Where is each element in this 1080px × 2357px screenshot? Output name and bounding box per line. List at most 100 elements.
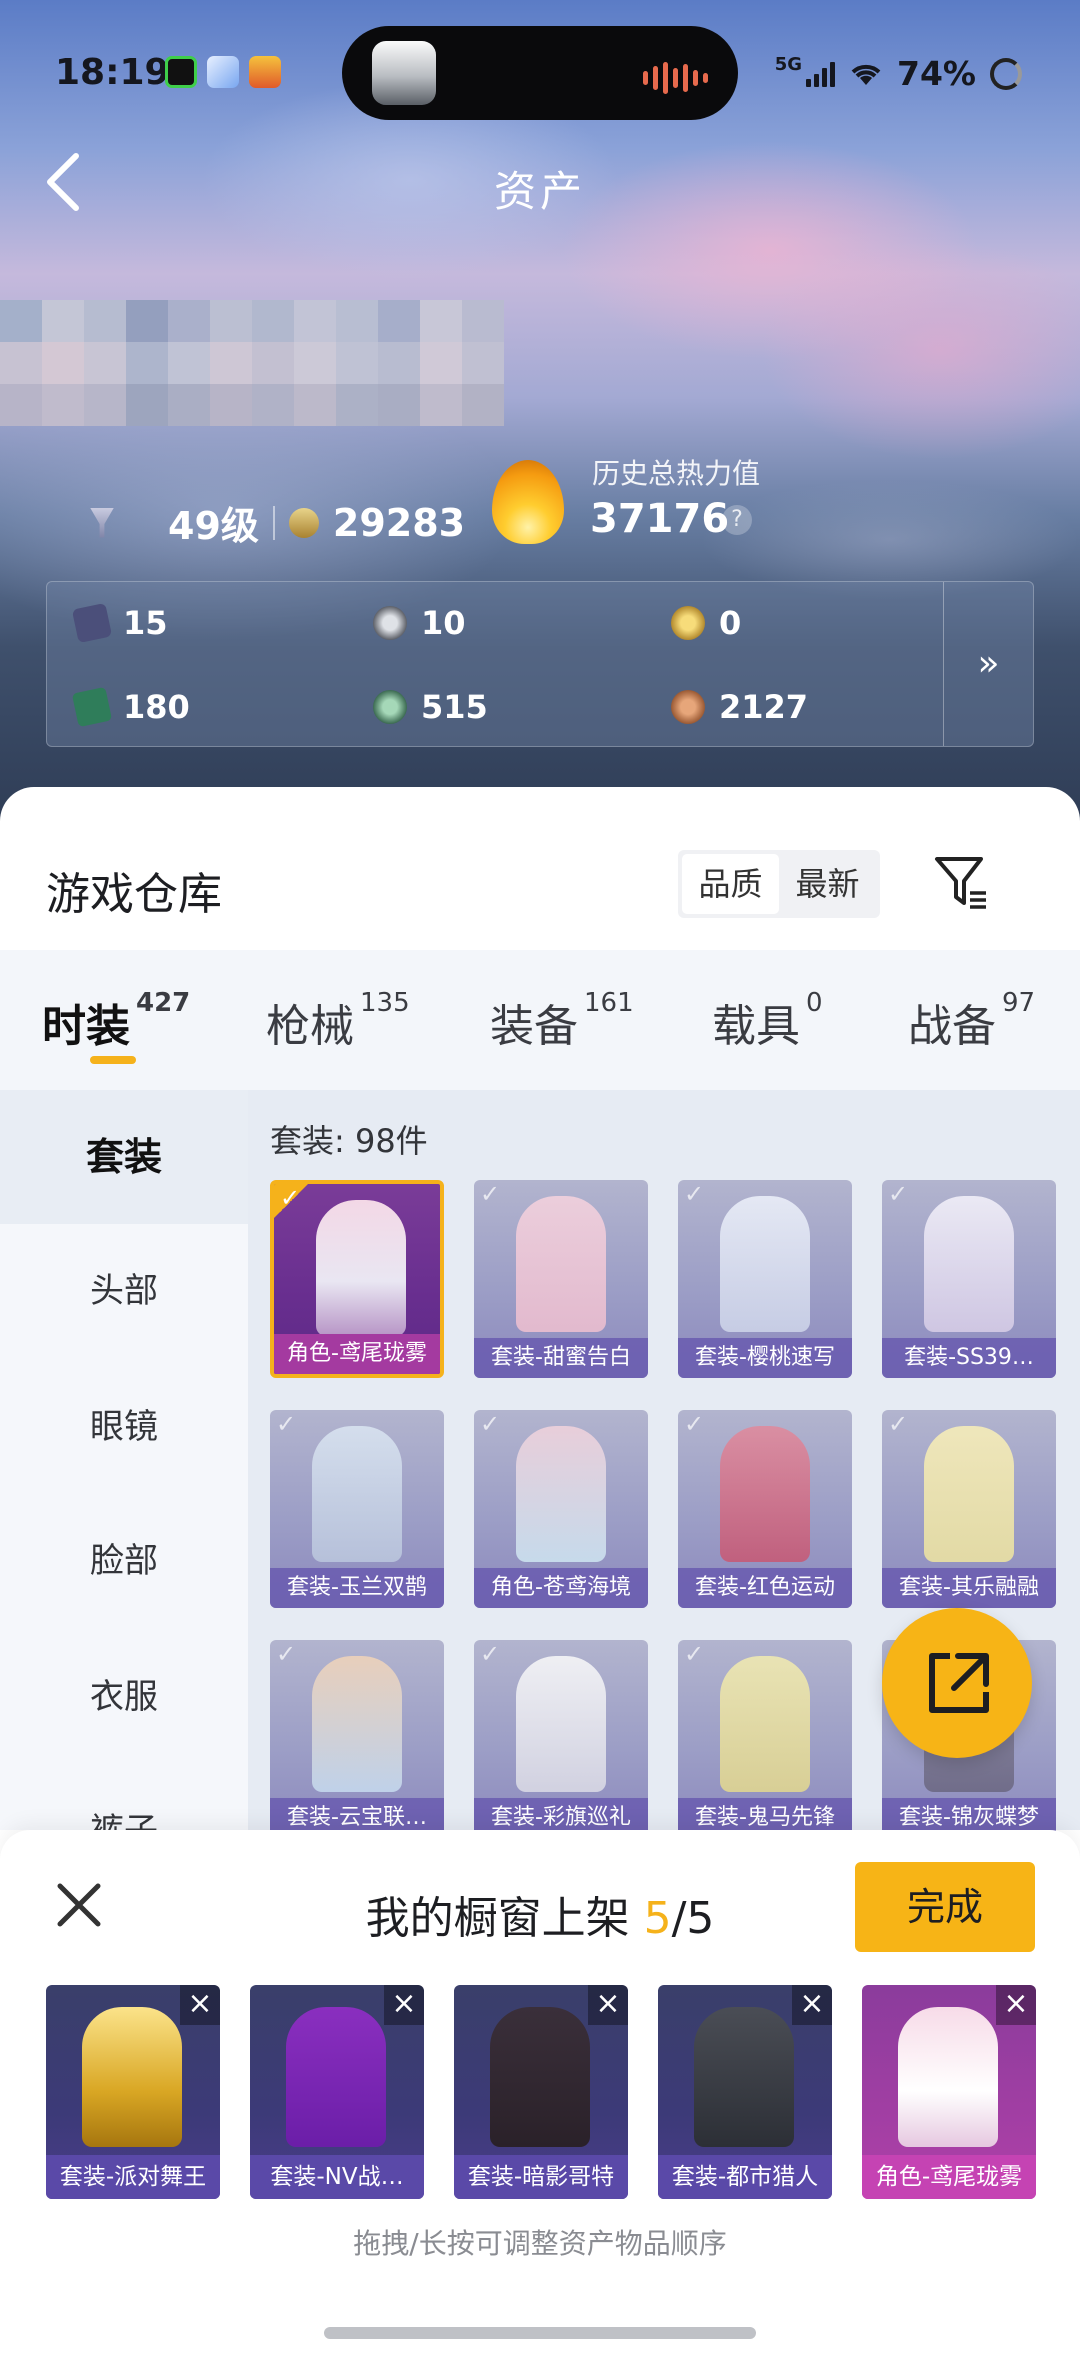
item-label: 套装-SS39… <box>882 1338 1056 1378</box>
avatar-name-blurred <box>0 300 510 430</box>
item-card[interactable]: ✓ 套装-樱桃速写 <box>678 1180 852 1378</box>
item-card[interactable]: ✓ 套装-红色运动 <box>678 1410 852 1608</box>
tab-vehicles[interactable]: 载具 0 <box>712 988 823 1054</box>
remove-icon[interactable]: × <box>384 1985 424 2025</box>
shelf-item[interactable]: × 套装-都市猎人 <box>658 1985 832 2199</box>
remove-icon[interactable]: × <box>588 1985 628 2025</box>
help-icon[interactable]: ? <box>722 505 752 535</box>
status-time: 18:19 <box>55 52 170 93</box>
check-icon: ✓ <box>276 1640 297 1668</box>
double-chevron-right-icon[interactable]: » <box>943 582 1033 746</box>
done-button[interactable]: 完成 <box>855 1862 1035 1952</box>
app-icon <box>165 56 197 88</box>
ticket-green-icon <box>71 686 113 728</box>
item-count: 套装: 98件 <box>270 1122 428 1160</box>
wifi-icon <box>851 64 881 85</box>
remove-icon[interactable]: × <box>792 1985 832 2025</box>
item-card[interactable]: ✓ 角色-鸢尾珑雾 <box>270 1180 444 1378</box>
resource-value: 0 <box>719 604 742 642</box>
audio-wave-icon <box>643 62 708 94</box>
points-value: 29283 <box>332 500 466 545</box>
warehouse-title: 游戏仓库 <box>46 869 222 920</box>
level-row: 49级 29283 <box>90 495 465 550</box>
item-card[interactable]: ✓ 套装-其乐融融 <box>882 1410 1056 1608</box>
external-link-icon <box>929 1653 989 1713</box>
category-tabs: 时装 427 枪械 135 装备 161 载具 0 战备 97 <box>0 950 1080 1090</box>
tab-label: 时装 <box>42 1001 130 1052</box>
item-image <box>694 2007 794 2147</box>
item-label: 套装-派对舞王 <box>46 2155 220 2199</box>
item-image <box>516 1426 606 1562</box>
item-image <box>720 1426 810 1562</box>
item-image <box>286 2007 386 2147</box>
item-card[interactable]: ✓ 套装-玉兰双鹊 <box>270 1410 444 1608</box>
dynamic-island[interactable] <box>342 26 738 120</box>
shelf-item[interactable]: × 套装-NV战… <box>250 1985 424 2199</box>
card-icon <box>71 602 113 644</box>
sidebar-item-clothes[interactable]: 衣服 <box>0 1630 248 1764</box>
battery-ring-icon <box>990 57 1022 90</box>
remove-icon[interactable]: × <box>996 1985 1036 2025</box>
item-card[interactable]: ✓ 角色-苍鸢海境 <box>474 1410 648 1608</box>
page-title: 资产 <box>493 167 586 216</box>
tab-equipment[interactable]: 装备 161 <box>490 988 634 1054</box>
home-indicator[interactable] <box>324 2327 756 2339</box>
sidebar-item-suit[interactable]: 套装 <box>0 1090 248 1224</box>
item-image <box>720 1656 810 1792</box>
item-label: 角色-鸢尾珑雾 <box>862 2155 1036 2199</box>
filter-icon[interactable] <box>934 855 988 911</box>
tab-count: 427 <box>136 988 191 1018</box>
shelf-title-text: 我的橱窗上架 <box>365 1893 630 1944</box>
item-image <box>82 2007 182 2147</box>
sidebar-item-head[interactable]: 头部 <box>0 1224 248 1358</box>
tab-supplies[interactable]: 战备 97 <box>908 988 1035 1054</box>
item-card[interactable]: ✓ 套装-甜蜜告白 <box>474 1180 648 1378</box>
tab-fashion[interactable]: 时装 427 <box>42 988 191 1054</box>
item-label: 套装-甜蜜告白 <box>474 1338 648 1378</box>
resource-value: 10 <box>421 604 466 642</box>
heat-value: 37176 <box>590 496 730 542</box>
shelf-total: 5 <box>686 1893 715 1944</box>
tab-count: 161 <box>584 988 634 1018</box>
tab-label: 战备 <box>908 1001 996 1052</box>
level-value: 49级 <box>168 504 259 548</box>
resource-item: 10 <box>373 604 466 642</box>
sidebar-item-face[interactable]: 脸部 <box>0 1494 248 1628</box>
sidebar-item-glasses[interactable]: 眼镜 <box>0 1360 248 1494</box>
heat-label: 历史总热力值 <box>592 457 761 490</box>
tab-weapons[interactable]: 枪械 135 <box>266 988 410 1054</box>
shelf-item[interactable]: × 角色-鸢尾珑雾 <box>862 1985 1036 2199</box>
resource-value: 180 <box>123 688 190 726</box>
item-label: 套装-暗影哥特 <box>454 2155 628 2199</box>
tab-label: 装备 <box>490 1001 578 1052</box>
check-icon: ✓ <box>684 1640 705 1668</box>
coin-silver-icon <box>373 606 407 640</box>
item-card[interactable]: ✓ 套装-云宝联… <box>270 1640 444 1838</box>
check-icon: ✓ <box>684 1410 705 1438</box>
app-icon <box>207 56 239 88</box>
item-image <box>312 1656 402 1792</box>
category-sidebar: 套装 头部 眼镜 脸部 衣服 裤子 <box>0 1090 248 1851</box>
check-icon: ✓ <box>480 1640 501 1668</box>
gem-green-icon <box>373 690 407 724</box>
share-button[interactable] <box>882 1608 1032 1758</box>
shelf-item[interactable]: × 套装-暗影哥特 <box>454 1985 628 2199</box>
resource-value: 515 <box>421 688 488 726</box>
signal-icon <box>806 61 835 87</box>
check-icon: ✓ <box>888 1410 909 1438</box>
resource-item: 0 <box>671 604 741 642</box>
item-label: 套装-红色运动 <box>678 1568 852 1608</box>
remove-icon[interactable]: × <box>180 1985 220 2025</box>
resource-item: 515 <box>373 688 488 726</box>
resource-panel[interactable]: 15 10 0 180 515 2127 » <box>46 581 1034 747</box>
item-card[interactable]: ✓ 套装-SS39… <box>882 1180 1056 1378</box>
item-card[interactable]: ✓ 套装-彩旗巡礼 <box>474 1640 648 1838</box>
item-card[interactable]: ✓ 套装-鬼马先锋 <box>678 1640 852 1838</box>
check-icon: ✓ <box>684 1180 705 1208</box>
shelf-item[interactable]: × 套装-派对舞王 <box>46 1985 220 2199</box>
item-label: 角色-苍鸢海境 <box>474 1568 648 1608</box>
coin-bronze-icon <box>671 690 705 724</box>
sort-option-newest[interactable]: 最新 <box>779 854 876 914</box>
media-artwork-icon <box>372 41 436 105</box>
sort-option-quality[interactable]: 品质 <box>682 854 779 914</box>
